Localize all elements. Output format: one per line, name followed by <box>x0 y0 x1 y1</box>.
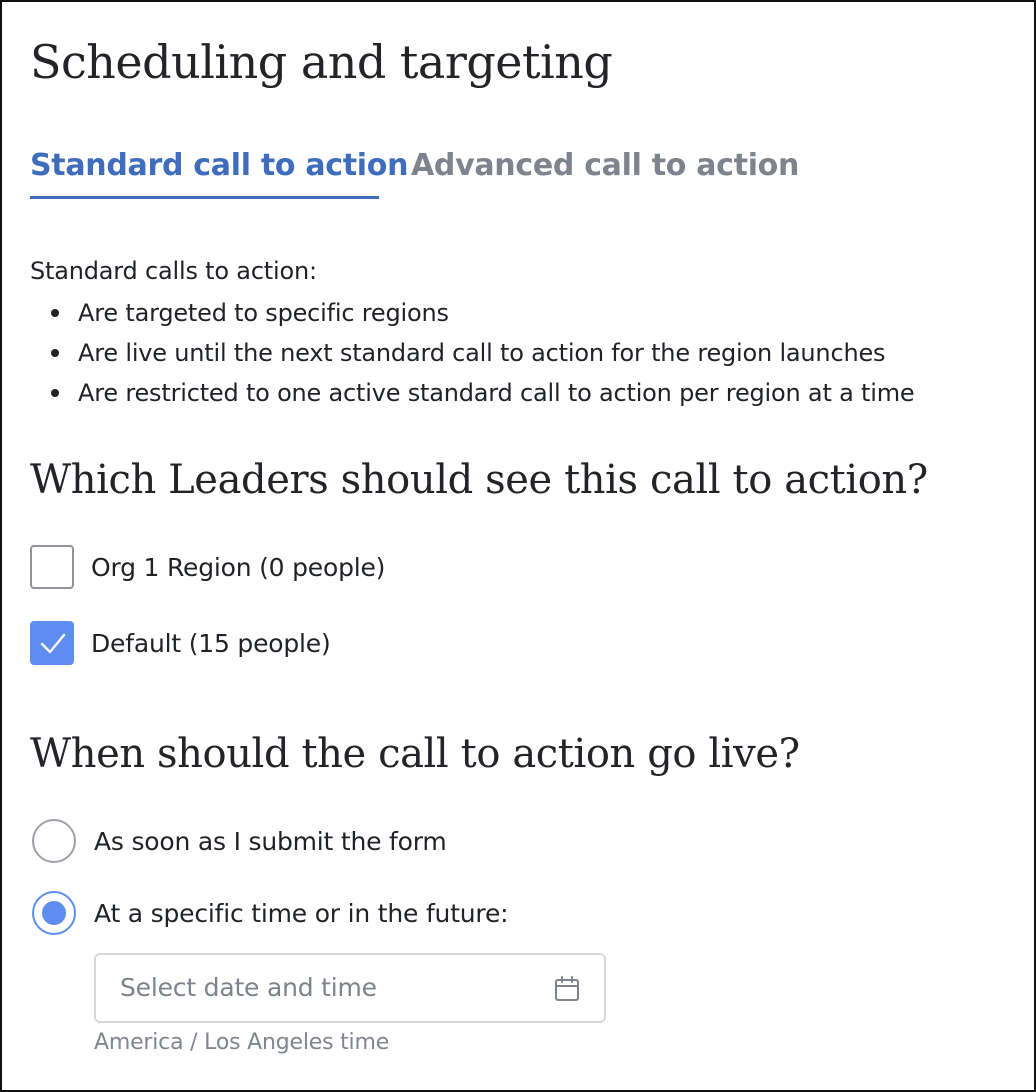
calendar-icon[interactable] <box>554 976 580 1002</box>
date-time-placeholder: Select date and time <box>120 973 377 1002</box>
list-item: Are targeted to specific regions <box>30 293 914 333</box>
go-live-immediately-label: As soon as I submit the form <box>94 826 447 856</box>
go-live-specific-time-label: At a specific time or in the future: <box>94 898 509 928</box>
org-1-region-option[interactable]: Org 1 Region (0 people) <box>30 545 385 589</box>
list-item: Are restricted to one active standard ca… <box>30 373 915 413</box>
default-option[interactable]: Default (15 people) <box>30 621 331 665</box>
go-live-heading: When should the call to action go live? <box>30 731 800 777</box>
timezone-note: America / Los Angeles time <box>94 1030 390 1055</box>
checkmark-icon <box>40 633 66 654</box>
bullet-dot <box>51 309 59 317</box>
page-title: Scheduling and targeting <box>30 35 613 89</box>
scheduling-panel: Scheduling and targeting Standard call t… <box>0 0 1036 1092</box>
list-item: Are live until the next standard call to… <box>30 333 914 373</box>
tab-standard-call-to-action[interactable]: Standard call to action <box>30 142 408 190</box>
intro-lead: Standard calls to action: <box>30 257 317 285</box>
tab-advanced-call-to-action[interactable]: Advanced call to action <box>411 142 799 190</box>
leaders-heading: Which Leaders should see this call to ac… <box>30 457 928 503</box>
org-1-region-label: Org 1 Region (0 people) <box>91 552 386 582</box>
org-1-region-checkbox[interactable] <box>30 545 74 589</box>
radio-selected-dot <box>42 901 66 925</box>
bullet-dot <box>51 389 59 397</box>
intro-bullet-list: Are targeted to specific regions Are liv… <box>30 293 915 413</box>
go-live-specific-time-radio[interactable] <box>32 891 76 935</box>
bullet-dot <box>51 349 59 357</box>
bullet-text: Are live until the next standard call to… <box>78 339 886 367</box>
bullet-text: Are restricted to one active standard ca… <box>78 379 915 407</box>
active-tab-indicator <box>30 196 379 199</box>
go-live-immediately-radio[interactable] <box>32 819 76 863</box>
default-label: Default (15 people) <box>91 628 331 658</box>
default-checkbox[interactable] <box>30 621 74 665</box>
date-time-input[interactable]: Select date and time <box>94 953 606 1023</box>
go-live-immediately-option[interactable]: As soon as I submit the form <box>32 819 447 863</box>
bullet-text: Are targeted to specific regions <box>78 299 449 327</box>
go-live-specific-time-option[interactable]: At a specific time or in the future: <box>32 891 509 935</box>
